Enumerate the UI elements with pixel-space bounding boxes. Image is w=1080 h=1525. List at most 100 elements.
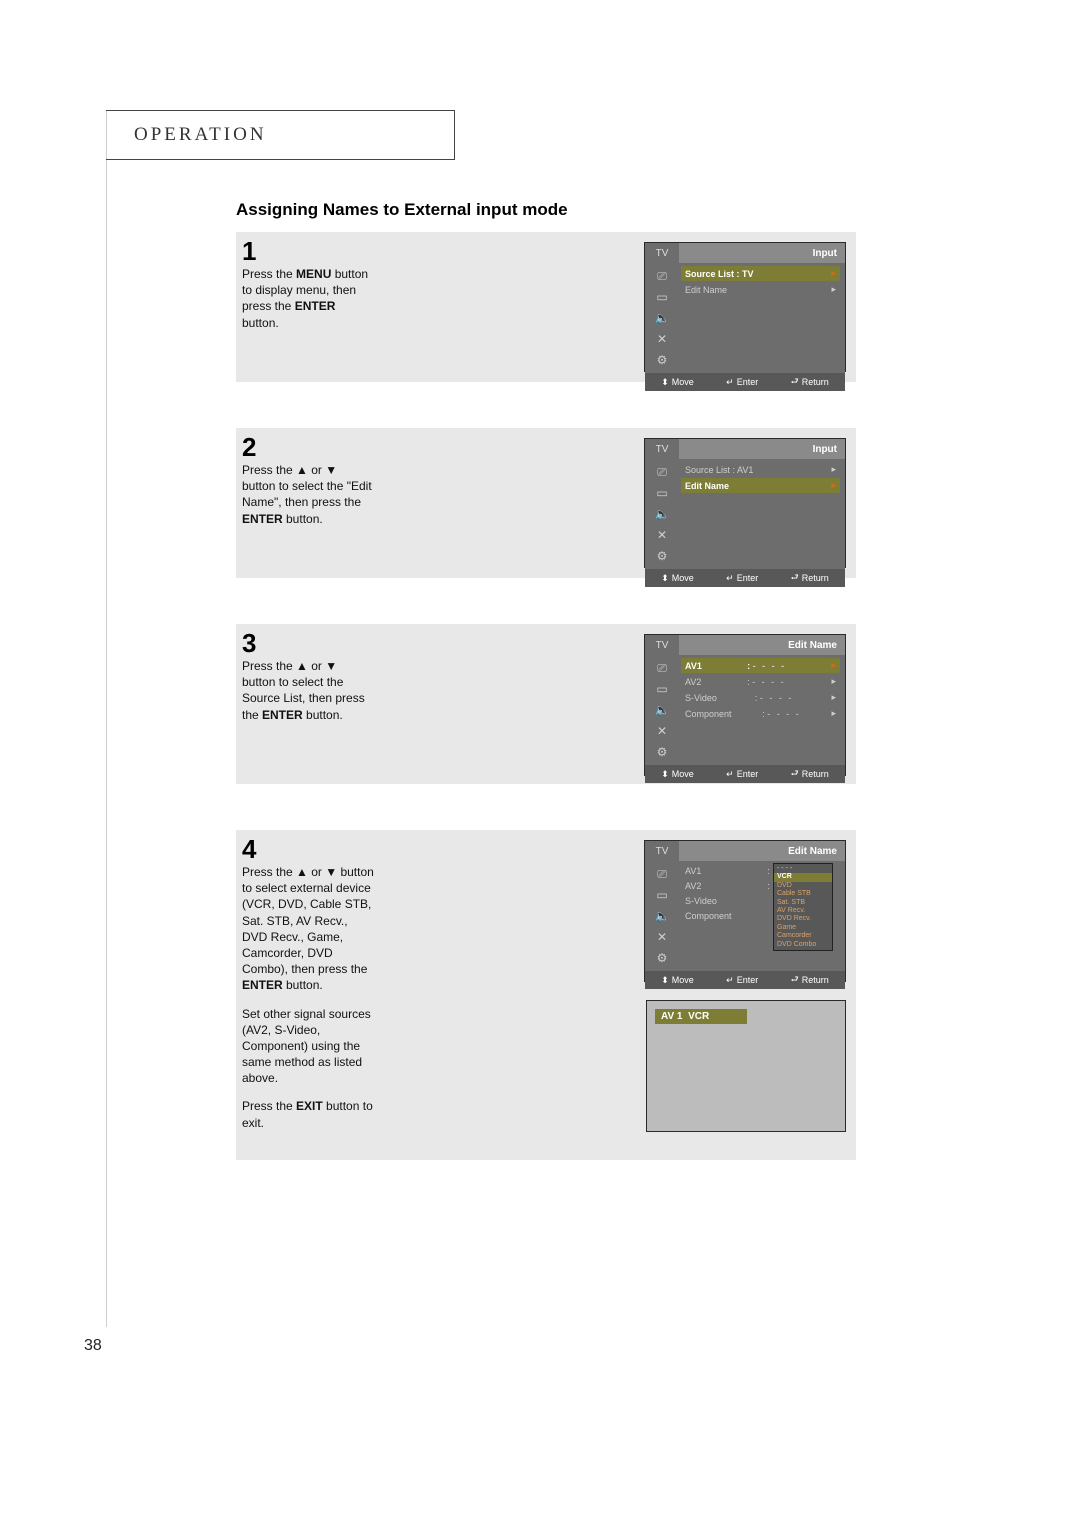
osd-tab: TV: [645, 243, 679, 263]
device-popup-list[interactable]: - - - - VCR DVD Cable STB Sat. STB AV Re…: [773, 863, 833, 951]
sliders-icon: ⚙: [652, 744, 672, 760]
osd-row-av2[interactable]: AV2 : - - - - ▸: [681, 674, 840, 689]
osd-icon-rail: ⎚ ▭ 🔈 ✕ ⚙: [645, 861, 679, 971]
step-1-text: Press the MENU button to display menu, t…: [242, 266, 372, 331]
hint-return: ⮐ Return: [791, 570, 829, 586]
input-icon: ⎚: [652, 464, 672, 480]
osd-icon-rail: ⎚ ▭ 🔈 ✕ ⚙: [645, 655, 679, 765]
chevron-right-icon: ▸: [831, 268, 836, 279]
hint-move: ⬍ Move: [661, 769, 694, 780]
hint-enter: ↵ Enter: [726, 573, 758, 584]
setup-icon: ✕: [652, 723, 672, 739]
sliders-icon: ⚙: [652, 548, 672, 564]
step-2-text: Press the ▲ or ▼ button to select the "E…: [242, 462, 372, 527]
hint-move: ⬍ Move: [661, 975, 694, 986]
step-4-number: 4: [242, 834, 256, 865]
step-4-block: 4 Press the ▲ or ▼ button to select exte…: [236, 830, 856, 1160]
osd-tab: TV: [645, 439, 679, 459]
input-icon: ⎚: [652, 866, 672, 882]
osd-row-component[interactable]: Component : - - - - ▸: [681, 706, 840, 721]
popup-item[interactable]: DVD: [774, 882, 832, 890]
setup-icon: ✕: [652, 929, 672, 945]
hint-move: ⬍ Move: [661, 573, 694, 584]
section-title: Assigning Names to External input mode: [236, 200, 568, 220]
header-operation-label: OPERATION: [134, 124, 267, 146]
picture-icon: ▭: [652, 289, 672, 305]
sound-icon: 🔈: [652, 702, 672, 718]
preview-source-tag: AV 1 VCR: [655, 1009, 747, 1024]
step-3-block: 3 Press the ▲ or ▼ button to select the …: [236, 624, 856, 784]
left-vertical-rule: [106, 110, 107, 1327]
chevron-right-icon: ▸: [831, 676, 836, 687]
popup-item[interactable]: Sat. STB: [774, 899, 832, 907]
popup-item[interactable]: AV Recv.: [774, 907, 832, 915]
popup-item[interactable]: DVD Recv.: [774, 915, 832, 923]
popup-item[interactable]: Camcorder: [774, 932, 832, 940]
hint-return: ⮐ Return: [791, 766, 829, 782]
step-2-number: 2: [242, 432, 256, 463]
osd-footer: ⬍ Move ↵ Enter ⮐ Return: [645, 373, 845, 391]
hint-return: ⮐ Return: [791, 374, 829, 390]
popup-item[interactable]: Game: [774, 924, 832, 932]
hint-move: ⬍ Move: [661, 377, 694, 388]
osd-icon-rail: ⎚ ▭ 🔈 ✕ ⚙: [645, 263, 679, 373]
step-1-block: 1 Press the MENU button to display menu,…: [236, 232, 856, 382]
step-3-text: Press the ▲ or ▼ button to select the So…: [242, 658, 372, 723]
step-4-text: Press the ▲ or ▼ button to select extern…: [242, 864, 374, 1131]
popup-top-dashes: - - - -: [774, 865, 832, 873]
osd-row-edit-name[interactable]: Edit Name ▸: [681, 478, 840, 493]
osd-row-source-list[interactable]: Source List : AV1 ▸: [681, 462, 840, 477]
step-4-para3: Press the EXIT button to exit.: [242, 1099, 373, 1129]
hint-enter: ↵ Enter: [726, 769, 758, 780]
osd-row-svideo[interactable]: S-Video : - - - - ▸: [681, 690, 840, 705]
osd-heading-input: Input: [679, 248, 845, 259]
picture-icon: ▭: [652, 485, 672, 501]
chevron-right-icon: ▸: [831, 480, 836, 491]
popup-item[interactable]: DVD Combo: [774, 941, 832, 949]
osd-step-1: TV Input ⎚ ▭ 🔈 ✕ ⚙ Source List : TV ▸: [644, 242, 846, 372]
osd-step-2: TV Input ⎚ ▭ 🔈 ✕ ⚙ Source List : AV1 ▸: [644, 438, 846, 568]
osd-step-3: TV Edit Name ⎚ ▭ 🔈 ✕ ⚙ AV1 : - - - - ▸: [644, 634, 846, 776]
chevron-right-icon: ▸: [831, 692, 836, 703]
picture-icon: ▭: [652, 681, 672, 697]
osd-footer: ⬍ Move ↵ Enter ⮐ Return: [645, 569, 845, 587]
osd-heading-input: Input: [679, 444, 845, 455]
header-operation-box: OPERATION: [106, 110, 455, 160]
osd-heading-editname: Edit Name: [679, 640, 845, 651]
popup-item[interactable]: VCR: [774, 873, 832, 881]
osd-row-av1[interactable]: AV1 : - - - - ▸: [681, 658, 840, 673]
osd-tab: TV: [645, 635, 679, 655]
osd-row-edit-name[interactable]: Edit Name ▸: [681, 282, 840, 297]
step-4-para2: Set other signal sources (AV2, S-Video, …: [242, 1007, 371, 1086]
setup-icon: ✕: [652, 527, 672, 543]
hint-enter: ↵ Enter: [726, 975, 758, 986]
osd-icon-rail: ⎚ ▭ 🔈 ✕ ⚙: [645, 459, 679, 569]
sound-icon: 🔈: [652, 908, 672, 924]
chevron-right-icon: ▸: [831, 660, 836, 671]
step-3-number: 3: [242, 628, 256, 659]
osd-heading-editname: Edit Name: [679, 846, 845, 857]
chevron-right-icon: ▸: [831, 464, 836, 475]
input-icon: ⎚: [652, 660, 672, 676]
picture-icon: ▭: [652, 887, 672, 903]
osd-tab: TV: [645, 841, 679, 861]
step-2-block: 2 Press the ▲ or ▼ button to select the …: [236, 428, 856, 578]
sliders-icon: ⚙: [652, 352, 672, 368]
chevron-right-icon: ▸: [831, 284, 836, 295]
sound-icon: 🔈: [652, 310, 672, 326]
osd-footer: ⬍ Move ↵ Enter ⮐ Return: [645, 765, 845, 783]
osd-row-source-list[interactable]: Source List : TV ▸: [681, 266, 840, 281]
step-1-number: 1: [242, 236, 256, 267]
chevron-right-icon: ▸: [831, 708, 836, 719]
setup-icon: ✕: [652, 331, 672, 347]
preview-screen: AV 1 VCR: [646, 1000, 846, 1132]
sound-icon: 🔈: [652, 506, 672, 522]
hint-enter: ↵ Enter: [726, 377, 758, 388]
osd-step-4: TV Edit Name ⎚ ▭ 🔈 ✕ ⚙ AV1: AV2:: [644, 840, 846, 982]
osd-footer: ⬍ Move ↵ Enter ⮐ Return: [645, 971, 845, 989]
page-number: 38: [84, 1337, 102, 1355]
hint-return: ⮐ Return: [791, 972, 829, 988]
popup-item[interactable]: Cable STB: [774, 890, 832, 898]
sliders-icon: ⚙: [652, 950, 672, 966]
input-icon: ⎚: [652, 268, 672, 284]
